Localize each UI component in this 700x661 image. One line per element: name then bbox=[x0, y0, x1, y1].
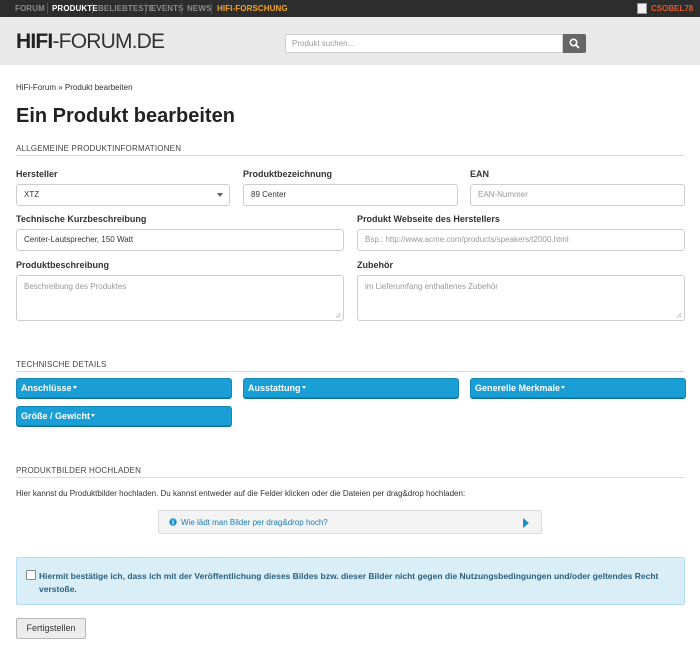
section-title-general: Allgemeine Produktinformationen bbox=[16, 144, 182, 153]
logo-light: -FORUM.DE bbox=[52, 30, 165, 53]
page-title: Ein Produkt bearbeiten bbox=[16, 105, 235, 127]
hersteller-value: XTZ bbox=[24, 190, 40, 199]
label-beschreibung: Produktbeschreibung bbox=[16, 260, 110, 270]
section-divider bbox=[16, 477, 685, 478]
label-hersteller: Hersteller bbox=[16, 169, 58, 179]
label-webseite: Produkt Webseite des Herstellers bbox=[357, 214, 500, 224]
section-title-images: Produktbilder hochladen bbox=[16, 466, 142, 475]
consent-checkbox[interactable] bbox=[26, 570, 36, 580]
anschluesse-label: Anschlüsse bbox=[21, 383, 72, 393]
label-ean: EAN bbox=[470, 169, 490, 179]
resize-handle-icon[interactable] bbox=[335, 312, 341, 318]
nav-separator bbox=[211, 3, 212, 14]
play-arrow-icon bbox=[523, 518, 529, 528]
breadcrumb-separator: » bbox=[58, 83, 63, 92]
resize-handle-icon[interactable] bbox=[676, 312, 682, 318]
drag-drop-help-link[interactable]: Wie lädt man Bilder per drag&drop hoch? bbox=[181, 518, 328, 527]
kurzbeschreibung-input[interactable]: Center-Lautsprecher, 150 Watt bbox=[16, 229, 344, 251]
groesse-gewicht-label: Größe / Gewicht bbox=[21, 411, 91, 421]
generelle-merkmale-button[interactable]: Generelle Merkmale bbox=[470, 378, 686, 398]
site-header: HIFI-FORUM.DE Produkt suchen... bbox=[0, 17, 700, 65]
ean-input[interactable]: EAN-Nummer bbox=[470, 184, 685, 206]
groesse-gewicht-button[interactable]: Größe / Gewicht bbox=[16, 406, 232, 426]
nav-separator bbox=[92, 3, 93, 14]
section-title-technical: Technische Details bbox=[16, 360, 107, 369]
beschreibung-placeholder: Beschreibung des Produktes bbox=[24, 282, 127, 291]
ausstattung-label: Ausstattung bbox=[248, 383, 301, 393]
nav-item-hifi-forschung[interactable]: HiFi-Forschung bbox=[217, 4, 288, 13]
drag-drop-help-toggle[interactable]: Wie lädt man Bilder per drag&drop hoch? bbox=[158, 510, 542, 534]
webseite-input[interactable]: Bsp.: http://www.acme.com/products/speak… bbox=[357, 229, 685, 251]
section-divider bbox=[16, 371, 685, 372]
beschreibung-textarea[interactable]: Beschreibung des Produktes bbox=[16, 275, 344, 321]
site-logo[interactable]: HIFI-FORUM.DE bbox=[16, 30, 165, 54]
generelle-merkmale-label: Generelle Merkmale bbox=[475, 383, 561, 393]
caret-down-icon bbox=[72, 386, 77, 390]
upload-instructions: Hier kannst du Produktbilder hochladen. … bbox=[16, 489, 466, 498]
caret-down-icon bbox=[91, 414, 96, 418]
search-button[interactable] bbox=[563, 34, 586, 53]
info-icon bbox=[169, 518, 177, 526]
ausstattung-button[interactable]: Ausstattung bbox=[243, 378, 459, 398]
zubehoer-placeholder: im Lieferumfang enthaltenes Zubehör bbox=[365, 282, 498, 291]
caret-down-icon bbox=[561, 386, 566, 390]
nav-separator bbox=[145, 3, 146, 14]
label-produktbezeichnung: Produktbezeichnung bbox=[243, 169, 333, 179]
nav-item-produkte[interactable]: Produkte bbox=[52, 4, 98, 13]
nav-item-events[interactable]: Events bbox=[151, 4, 184, 13]
anschluesse-button[interactable]: Anschlüsse bbox=[16, 378, 232, 398]
label-zubehoer: Zubehör bbox=[357, 260, 393, 270]
nav-separator bbox=[181, 3, 182, 14]
consent-text[interactable]: Hiermit bestätige ich, dass ich mit der … bbox=[39, 570, 679, 596]
consent-box: Hiermit bestätige ich, dass ich mit der … bbox=[16, 557, 685, 605]
user-avatar-icon[interactable] bbox=[637, 3, 647, 14]
breadcrumb: HiFi-Forum » Produkt bearbeiten bbox=[16, 83, 133, 92]
section-divider bbox=[16, 155, 685, 156]
zubehoer-textarea[interactable]: im Lieferumfang enthaltenes Zubehör bbox=[357, 275, 685, 321]
breadcrumb-current: Produkt bearbeiten bbox=[64, 83, 133, 92]
search-icon bbox=[569, 38, 580, 49]
nav-separator bbox=[47, 3, 48, 14]
main-content: HiFi-Forum » Produkt bearbeiten Ein Prod… bbox=[0, 65, 700, 661]
nav-item-forum[interactable]: Forum bbox=[15, 4, 45, 13]
username-link[interactable]: CSOBEL78 bbox=[651, 4, 693, 13]
finish-button[interactable]: Fertigstellen bbox=[16, 618, 86, 639]
logo-bold: HIFI bbox=[16, 30, 53, 53]
search-input[interactable]: Produkt suchen... bbox=[285, 34, 563, 53]
chevron-down-icon bbox=[217, 193, 223, 197]
breadcrumb-home-link[interactable]: HiFi-Forum bbox=[16, 83, 56, 92]
produktbezeichnung-input[interactable]: 89 Center bbox=[243, 184, 458, 206]
label-kurzbeschreibung: Technische Kurzbeschreibung bbox=[16, 214, 147, 224]
hersteller-select[interactable]: XTZ bbox=[16, 184, 230, 206]
caret-down-icon bbox=[301, 386, 306, 390]
nav-item-news[interactable]: News bbox=[187, 4, 211, 13]
top-navigation: Forum Produkte Beliebteste Events News H… bbox=[0, 0, 700, 17]
